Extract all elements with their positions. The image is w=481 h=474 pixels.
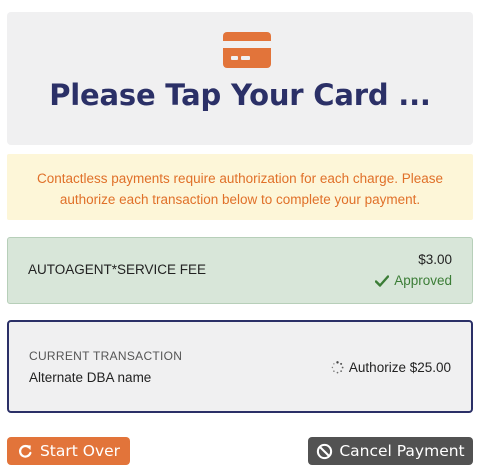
- cancel-payment-label: Cancel Payment: [339, 442, 465, 460]
- ban-icon: [317, 443, 333, 459]
- approved-status-label: Approved: [394, 273, 452, 288]
- current-transaction-label: CURRENT TRANSACTION: [29, 349, 183, 363]
- page-title: Please Tap Your Card ...: [49, 78, 431, 112]
- spinner-icon: [331, 361, 344, 374]
- authorize-amount: Authorize $25.00: [348, 360, 451, 375]
- authorization-notice: Contactless payments require authorizati…: [7, 154, 473, 220]
- cancel-payment-button[interactable]: Cancel Payment: [308, 437, 473, 465]
- approved-amount: $3.00: [418, 252, 452, 267]
- authorize-status: Authorize $25.00: [331, 360, 451, 375]
- current-transaction-row: CURRENT TRANSACTION Alternate DBA name A…: [7, 320, 473, 413]
- header-panel: Please Tap Your Card ...: [7, 12, 473, 145]
- start-over-button[interactable]: Start Over: [7, 437, 130, 465]
- check-icon: [375, 274, 390, 287]
- approved-transaction-row: AUTOAGENT*SERVICE FEE $3.00 Approved: [7, 237, 473, 304]
- approved-status: Approved: [375, 273, 452, 288]
- approved-merchant-name: AUTOAGENT*SERVICE FEE: [28, 262, 207, 277]
- restart-icon: [18, 444, 32, 458]
- credit-card-icon: [223, 32, 271, 68]
- start-over-label: Start Over: [39, 442, 121, 460]
- current-merchant-name: Alternate DBA name: [29, 370, 152, 385]
